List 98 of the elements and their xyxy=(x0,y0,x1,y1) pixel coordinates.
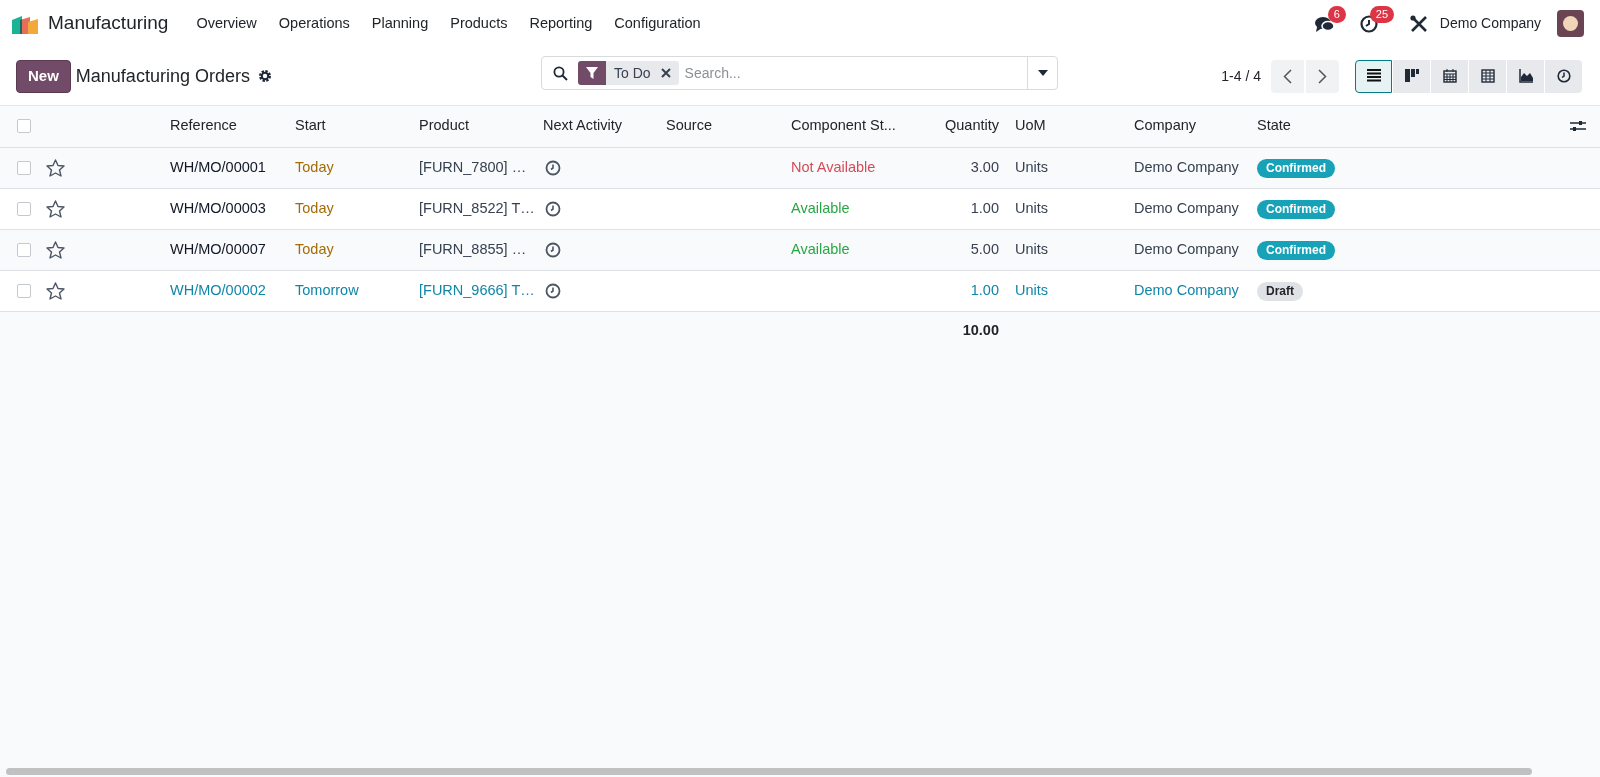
column-header[interactable]: Start xyxy=(295,117,326,134)
menu-item[interactable]: Operations xyxy=(270,12,358,35)
column-header[interactable]: Next Activity xyxy=(543,117,622,134)
view-switch-button[interactable] xyxy=(1355,59,1392,93)
state-badge: Draft xyxy=(1257,282,1303,301)
clock-icon[interactable] xyxy=(545,159,561,176)
product-cell: [FURN_8522] T… xyxy=(419,199,535,216)
state-badge: Confirmed xyxy=(1257,200,1335,219)
component-status-cell: Not Available xyxy=(791,158,876,175)
state-badge: Confirmed xyxy=(1257,159,1335,178)
row-checkbox[interactable] xyxy=(17,242,31,257)
filter-icon xyxy=(586,67,598,79)
area-chart-icon xyxy=(1518,69,1533,83)
company-cell: Demo Company xyxy=(1134,158,1239,175)
filter-facet[interactable]: To Do xyxy=(606,61,679,85)
star-icon[interactable] xyxy=(46,199,65,218)
start-date-cell: Today xyxy=(295,199,334,216)
gear-icon[interactable] xyxy=(257,69,272,83)
reference-cell: WH/MO/00003 xyxy=(170,199,266,216)
menu-item[interactable]: Reporting xyxy=(521,12,601,35)
calendar-icon xyxy=(1442,69,1457,83)
product-cell: [FURN_7800] … xyxy=(419,158,527,175)
column-header[interactable]: Reference xyxy=(170,117,237,134)
total-quantity: 10.00 xyxy=(962,322,999,339)
close-icon[interactable] xyxy=(660,68,671,78)
app-name[interactable]: Manufacturing xyxy=(48,9,169,38)
view-switch-button[interactable] xyxy=(1393,59,1430,93)
reference-cell: WH/MO/00001 xyxy=(170,158,266,175)
list-icon xyxy=(1366,69,1381,83)
pager-value[interactable]: 1-4 / 4 xyxy=(1221,65,1261,87)
row-checkbox[interactable] xyxy=(17,201,31,216)
clock-icon[interactable] xyxy=(545,200,561,217)
view-switch-button[interactable] xyxy=(1507,59,1544,93)
column-settings-icon[interactable] xyxy=(1570,119,1586,134)
clock-icon[interactable] xyxy=(545,241,561,258)
component-status-cell: Available xyxy=(791,199,850,216)
select-all-checkbox[interactable] xyxy=(17,119,31,134)
page-title: Manufacturing Orders xyxy=(75,64,250,88)
reference-cell: WH/MO/00002 xyxy=(170,281,266,298)
menu-item[interactable]: Planning xyxy=(363,12,437,35)
view-switch-button[interactable] xyxy=(1431,59,1468,93)
start-date-cell: Today xyxy=(295,158,334,175)
row-checkbox[interactable] xyxy=(17,160,31,175)
star-icon[interactable] xyxy=(46,240,65,259)
message-count-badge: 6 xyxy=(1327,5,1346,23)
search-icon[interactable] xyxy=(553,65,568,81)
horizontal-scrollbar[interactable] xyxy=(6,768,1532,775)
start-date-cell: Today xyxy=(295,240,334,257)
column-header[interactable]: Product xyxy=(419,117,469,134)
user-avatar[interactable] xyxy=(1557,10,1584,37)
quantity-cell: 1.00 xyxy=(970,281,999,298)
column-header[interactable]: Quantity xyxy=(945,117,999,134)
grid-icon xyxy=(1480,69,1495,83)
clock-icon[interactable] xyxy=(1359,14,1378,33)
start-date-cell: Tomorrow xyxy=(295,281,359,298)
activity-count-badge: 25 xyxy=(1369,5,1395,23)
menu-item[interactable]: Products xyxy=(442,12,516,35)
search-field[interactable]: To Do Search... xyxy=(541,56,1058,90)
company-cell: Demo Company xyxy=(1134,199,1239,216)
company-switcher[interactable]: Demo Company xyxy=(1439,13,1541,34)
caret-icon xyxy=(1037,70,1048,76)
clock-icon[interactable] xyxy=(545,282,561,299)
kanban-icon xyxy=(1404,69,1419,83)
quantity-cell: 5.00 xyxy=(970,240,999,257)
facet-label: To Do xyxy=(614,63,651,83)
column-header[interactable]: Company xyxy=(1134,117,1197,134)
uom-cell: Units xyxy=(1015,199,1049,216)
quantity-cell: 3.00 xyxy=(970,158,999,175)
view-switch-button[interactable] xyxy=(1469,59,1506,93)
reference-cell: WH/MO/00007 xyxy=(170,240,266,257)
state-badge: Confirmed xyxy=(1257,241,1335,260)
clock-icon xyxy=(1556,69,1571,83)
new-button[interactable]: New xyxy=(16,59,71,93)
uom-cell: Units xyxy=(1015,240,1049,257)
view-switch-button[interactable] xyxy=(1545,59,1582,93)
column-header[interactable]: UoM xyxy=(1015,117,1046,134)
next-button[interactable] xyxy=(1306,59,1339,93)
company-cell: Demo Company xyxy=(1134,240,1239,257)
menu-item[interactable]: Configuration xyxy=(606,12,709,35)
column-header[interactable]: Component St... xyxy=(791,117,896,134)
tools-icon[interactable] xyxy=(1409,14,1428,33)
uom-cell: Units xyxy=(1015,281,1049,298)
star-icon[interactable] xyxy=(46,158,65,177)
company-cell: Demo Company xyxy=(1134,281,1239,298)
uom-cell: Units xyxy=(1015,158,1049,175)
chevron-left-icon xyxy=(1283,68,1292,84)
quantity-cell: 1.00 xyxy=(970,199,999,216)
column-header[interactable]: State xyxy=(1257,117,1291,134)
chevron-right-icon xyxy=(1318,68,1327,84)
app-logo-icon[interactable] xyxy=(12,13,40,34)
component-status-cell: Available xyxy=(791,240,850,257)
previous-button[interactable] xyxy=(1271,59,1304,93)
star-icon[interactable] xyxy=(46,281,65,300)
product-cell: [FURN_9666] T… xyxy=(419,281,535,298)
row-checkbox[interactable] xyxy=(17,283,31,298)
column-header[interactable]: Source xyxy=(666,117,712,134)
menu-item[interactable]: Overview xyxy=(188,12,265,35)
product-cell: [FURN_8855] … xyxy=(419,240,527,257)
